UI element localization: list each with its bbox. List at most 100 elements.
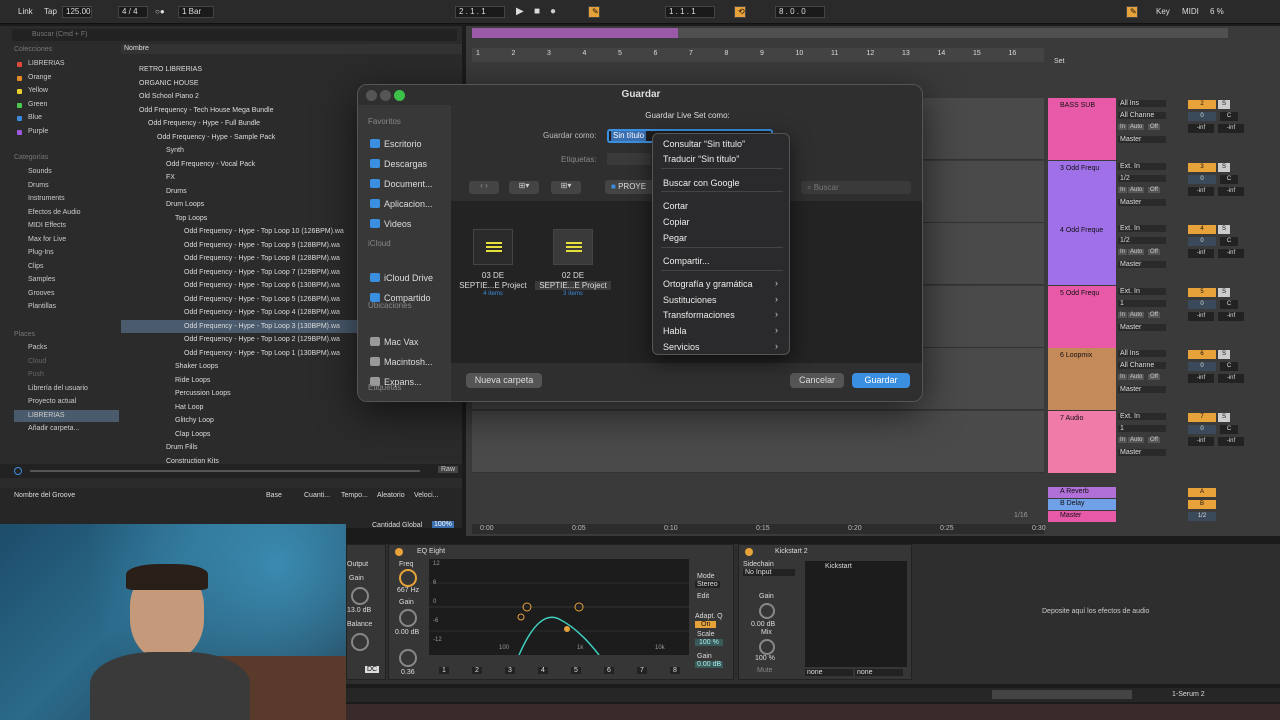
place-item[interactable]: Cloud <box>14 356 119 368</box>
track-output-select[interactable]: Master <box>1118 323 1166 331</box>
track-input-select[interactable]: Ext. In <box>1118 225 1166 232</box>
collection-item[interactable]: LIBRERIAS <box>14 58 119 70</box>
category-item[interactable]: Plug-Ins <box>14 247 119 259</box>
category-item[interactable]: Plantillas <box>14 301 119 313</box>
loop-switch-icon[interactable]: ⟲ <box>734 6 746 18</box>
browser-search-input[interactable]: Buscar (Cmd + F) <box>12 29 457 41</box>
monitor-off-button[interactable]: Off <box>1148 249 1160 255</box>
global-amount-value[interactable]: 100% <box>432 521 454 528</box>
monitor-off-button[interactable]: Off <box>1148 124 1160 130</box>
monitor-auto-button[interactable]: Auto <box>1128 374 1145 380</box>
preview-icon[interactable] <box>14 467 22 475</box>
track-activator-button[interactable]: 5 <box>1188 287 1216 297</box>
sidebar-favorite-item[interactable]: Escritorio <box>370 137 450 151</box>
track-header[interactable]: BASS SUB <box>1048 98 1116 160</box>
track-header[interactable]: 6 Loopmix <box>1048 348 1116 410</box>
automation-arm-icon[interactable]: ✎ <box>588 6 600 18</box>
sidebar-icloud-item[interactable]: iCloud Drive <box>370 271 450 285</box>
collection-item[interactable]: Green <box>14 99 119 111</box>
track-output-select[interactable]: Master <box>1118 448 1166 456</box>
status-scroll[interactable] <box>992 690 1132 699</box>
monitor-auto-button[interactable]: Auto <box>1128 249 1145 255</box>
track-activator-button[interactable]: 4 <box>1188 225 1216 234</box>
monitor-off-button[interactable]: Off <box>1148 311 1160 318</box>
kick-curve-select-2[interactable]: none <box>855 669 903 676</box>
track-header[interactable]: 3 Odd Frequ <box>1048 160 1116 223</box>
eq-band-toggle[interactable]: 5 <box>571 667 581 674</box>
scale-value[interactable]: 100 % <box>695 639 723 646</box>
context-menu-item[interactable]: Pegar <box>663 232 783 245</box>
tree-row[interactable]: RETRO LIBRERIAS <box>121 63 462 76</box>
track-header[interactable]: 4 Odd Freque <box>1048 223 1116 285</box>
pan-field[interactable]: C <box>1220 112 1238 121</box>
tags-input[interactable] <box>607 153 651 165</box>
track-channel-select[interactable]: All Channe <box>1118 112 1166 119</box>
tree-row[interactable]: Drum Fills <box>121 441 462 454</box>
volume-field[interactable]: 0 <box>1188 112 1216 121</box>
pan-field[interactable]: C <box>1220 174 1238 184</box>
draw-mode-icon[interactable]: ✎ <box>1126 6 1138 18</box>
output-gain-knob[interactable] <box>351 587 369 605</box>
solo-button[interactable]: S <box>1218 225 1230 234</box>
track-output-select[interactable]: Master <box>1118 386 1166 393</box>
return-activator-button[interactable]: B <box>1188 500 1216 509</box>
place-item[interactable]: Push <box>14 369 119 381</box>
context-menu-item[interactable]: Traducir “Sin título” <box>663 153 783 166</box>
eq-graph[interactable] <box>429 559 689 655</box>
sidebar-favorite-item[interactable]: Aplicacion... <box>370 197 450 211</box>
record-icon[interactable]: ● <box>550 6 556 18</box>
kickstart-power-icon[interactable] <box>745 548 753 556</box>
arrangement-position[interactable]: 2 . 1 . 1 <box>455 6 505 18</box>
context-menu-item[interactable]: Consultar “Sin título” <box>663 138 783 151</box>
kick-gain-knob[interactable] <box>759 603 775 619</box>
monitor-in-button[interactable]: In <box>1118 249 1128 255</box>
context-menu-item[interactable]: Ortografía y gramática <box>663 278 783 291</box>
track-channel-select[interactable]: All Channe <box>1118 362 1166 369</box>
track-channel-select[interactable]: 1/2 <box>1118 174 1166 182</box>
track-activator-button[interactable]: 3 <box>1188 162 1216 172</box>
pan-field[interactable]: C <box>1220 424 1238 434</box>
view-mode-icon[interactable]: ⊞▾ <box>509 181 539 194</box>
track-output-select[interactable]: Master <box>1118 198 1166 206</box>
group-icon[interactable]: ⊞▾ <box>551 181 581 194</box>
adapt-q-toggle[interactable]: On <box>695 621 717 628</box>
return-track-header[interactable]: Master <box>1048 511 1116 522</box>
back-forward-buttons[interactable]: ‹ › <box>469 181 499 194</box>
eq-band-toggle[interactable]: 1 <box>439 667 449 674</box>
time-ruler[interactable]: 0:00 0:05 0:10 0:15 0:20 0:25 0:30 <box>472 524 1046 534</box>
pan-field[interactable]: C <box>1220 362 1238 371</box>
solo-button[interactable]: S <box>1218 350 1230 359</box>
pan-field[interactable]: C <box>1220 299 1238 309</box>
solo-button[interactable]: S <box>1218 100 1230 109</box>
volume-field[interactable]: 0 <box>1188 174 1216 184</box>
volume-field[interactable]: 0 <box>1188 237 1216 246</box>
new-folder-button[interactable]: Nueva carpeta <box>466 373 542 388</box>
monitor-in-button[interactable]: In <box>1118 124 1128 130</box>
cancel-button[interactable]: Cancelar <box>790 373 844 388</box>
sidebar-favorite-item[interactable]: Document... <box>370 177 450 191</box>
sidechain-input-select[interactable]: No Input <box>743 569 795 576</box>
volume-field[interactable]: 0 <box>1188 362 1216 371</box>
monitor-in-button[interactable]: In <box>1118 436 1128 443</box>
mode-select[interactable]: Stereo <box>695 581 720 588</box>
return-activator-button[interactable]: A <box>1188 488 1216 497</box>
solo-button[interactable]: S <box>1218 162 1230 172</box>
tap-button[interactable]: Tap <box>44 6 57 18</box>
tree-row[interactable]: Hat Loop <box>121 401 462 414</box>
solo-button[interactable]: S <box>1218 412 1230 422</box>
context-menu-item[interactable]: Copiar <box>663 216 783 229</box>
category-item[interactable]: Clips <box>14 261 119 273</box>
collection-item[interactable]: Yellow <box>14 85 119 97</box>
volume-field[interactable]: 0 <box>1188 424 1216 434</box>
metronome-icon[interactable]: ○● <box>155 6 165 18</box>
track-input-select[interactable]: All Ins <box>1118 350 1166 357</box>
context-menu-item[interactable]: Habla <box>663 325 783 338</box>
category-item[interactable]: Sounds <box>14 166 119 178</box>
key-map-button[interactable]: Key <box>1156 6 1170 18</box>
track-input-select[interactable]: Ext. In <box>1118 412 1166 420</box>
gain2-value[interactable]: 0.00 dB <box>695 661 724 668</box>
place-item[interactable]: Proyecto actual <box>14 396 119 408</box>
dc-button[interactable]: DC <box>365 666 380 673</box>
track-output-select[interactable]: Master <box>1118 136 1166 143</box>
place-item[interactable]: Packs <box>14 342 119 354</box>
